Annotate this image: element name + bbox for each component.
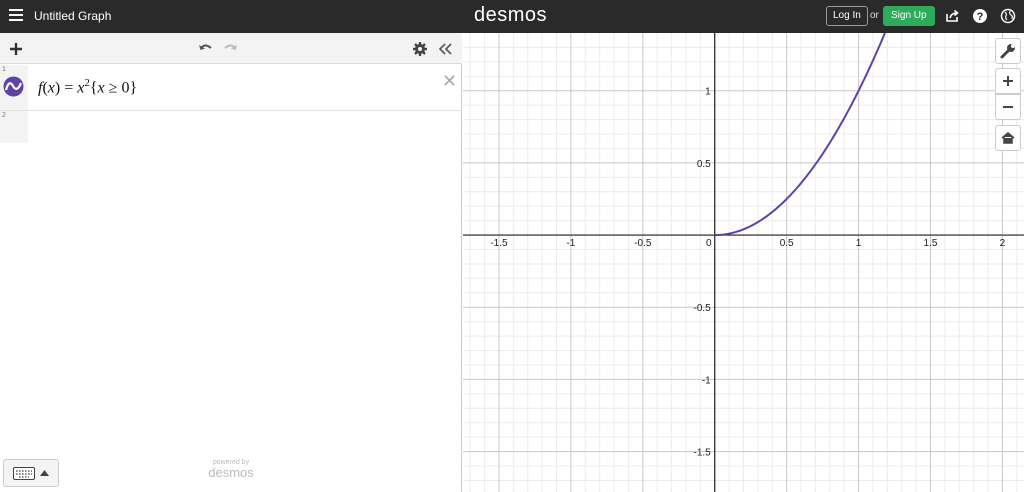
or-label: or [870, 10, 879, 21]
y-tick-label: -1 [702, 375, 711, 386]
settings-gear-icon[interactable] [412, 41, 428, 57]
brace-open: { [89, 79, 98, 97]
menu-icon[interactable] [9, 9, 23, 22]
login-button[interactable]: Log In [826, 6, 868, 26]
add-icon[interactable] [8, 41, 24, 57]
share-icon[interactable] [944, 8, 960, 24]
minor-gridlines [463, 33, 1024, 492]
zoom-out-icon [1003, 106, 1013, 108]
desmos-logo: desmos [474, 4, 548, 26]
x-tick-label: 1.5 [924, 238, 938, 249]
x-tick-label: 0 [706, 238, 712, 249]
keyboard-toggle-button[interactable] [3, 459, 59, 487]
expression-row[interactable]: 1 f(x) = x2{x ≥ 0} ✕ [0, 65, 462, 111]
graph-canvas[interactable]: -1.5 -1 -0.5 0 0.5 1 1.5 2 1 0.5 -0.5 -1 -1.5 [463, 33, 1024, 492]
default-viewport-button[interactable] [995, 125, 1021, 151]
condition-variable: x [97, 79, 105, 97]
y-tick-label: 0.5 [697, 159, 711, 170]
redo-icon[interactable] [223, 41, 239, 57]
zoom-in-icon [1003, 76, 1013, 86]
powered-by-brand: desmos [208, 465, 254, 480]
y-tick-label: 1 [705, 87, 711, 98]
y-tick-label: -0.5 [693, 303, 711, 314]
expression-toolbar [0, 33, 462, 64]
help-icon[interactable]: ? [972, 8, 988, 24]
powered-by-desmos: powered by desmos [200, 459, 262, 480]
svg-text:?: ? [977, 11, 984, 23]
wrench-icon [1000, 44, 1015, 59]
undo-icon[interactable] [197, 41, 213, 57]
brace-close: } [129, 79, 138, 97]
close-paren: ) [54, 79, 61, 97]
equals-sign: = [64, 79, 74, 97]
expression-row-empty[interactable]: 2 [0, 111, 462, 143]
graph-title[interactable]: Untitled Graph [34, 9, 111, 23]
language-globe-icon[interactable] [1000, 8, 1016, 24]
tick-labels: -1.5 -1 -0.5 0 0.5 1 1.5 2 1 0.5 -0.5 -1 -1.5 [490, 87, 1005, 459]
x-tick-label: -0.5 [634, 238, 652, 249]
caret-up-icon [40, 470, 49, 476]
row-number: 1 [2, 66, 6, 73]
delete-expression-icon[interactable]: ✕ [442, 71, 457, 92]
signup-button[interactable]: Sign Up [883, 6, 935, 26]
collapse-icon[interactable] [437, 41, 453, 57]
expression-panel: 1 f(x) = x2{x ≥ 0} ✕ 2 powered by desmos [0, 33, 462, 492]
x-tick-label: -1 [566, 238, 575, 249]
keyboard-icon [13, 467, 35, 480]
zoom-in-button[interactable] [995, 68, 1021, 94]
row-number: 2 [2, 112, 6, 119]
top-bar: Untitled Graph desmos Log In or Sign Up … [0, 0, 1024, 33]
home-icon [1001, 132, 1015, 144]
expression-math[interactable]: f(x) = x2{x ≥ 0} [38, 77, 137, 97]
x-tick-label: -1.5 [490, 238, 508, 249]
graph-settings-button[interactable] [995, 38, 1021, 64]
y-tick-label: -1.5 [693, 448, 711, 459]
graph-color-icon[interactable] [3, 76, 24, 97]
greater-equal-sign: ≥ [108, 79, 118, 97]
x-tick-label: 2 [1000, 238, 1006, 249]
zoom-out-button[interactable] [995, 94, 1021, 120]
graph-paper[interactable]: -1.5 -1 -0.5 0 0.5 1 1.5 2 1 0.5 -0.5 -1 -1.5 [463, 33, 1024, 492]
x-tick-label: 1 [856, 238, 862, 249]
x-tick-label: 0.5 [780, 238, 794, 249]
function-variable: x [47, 79, 55, 97]
